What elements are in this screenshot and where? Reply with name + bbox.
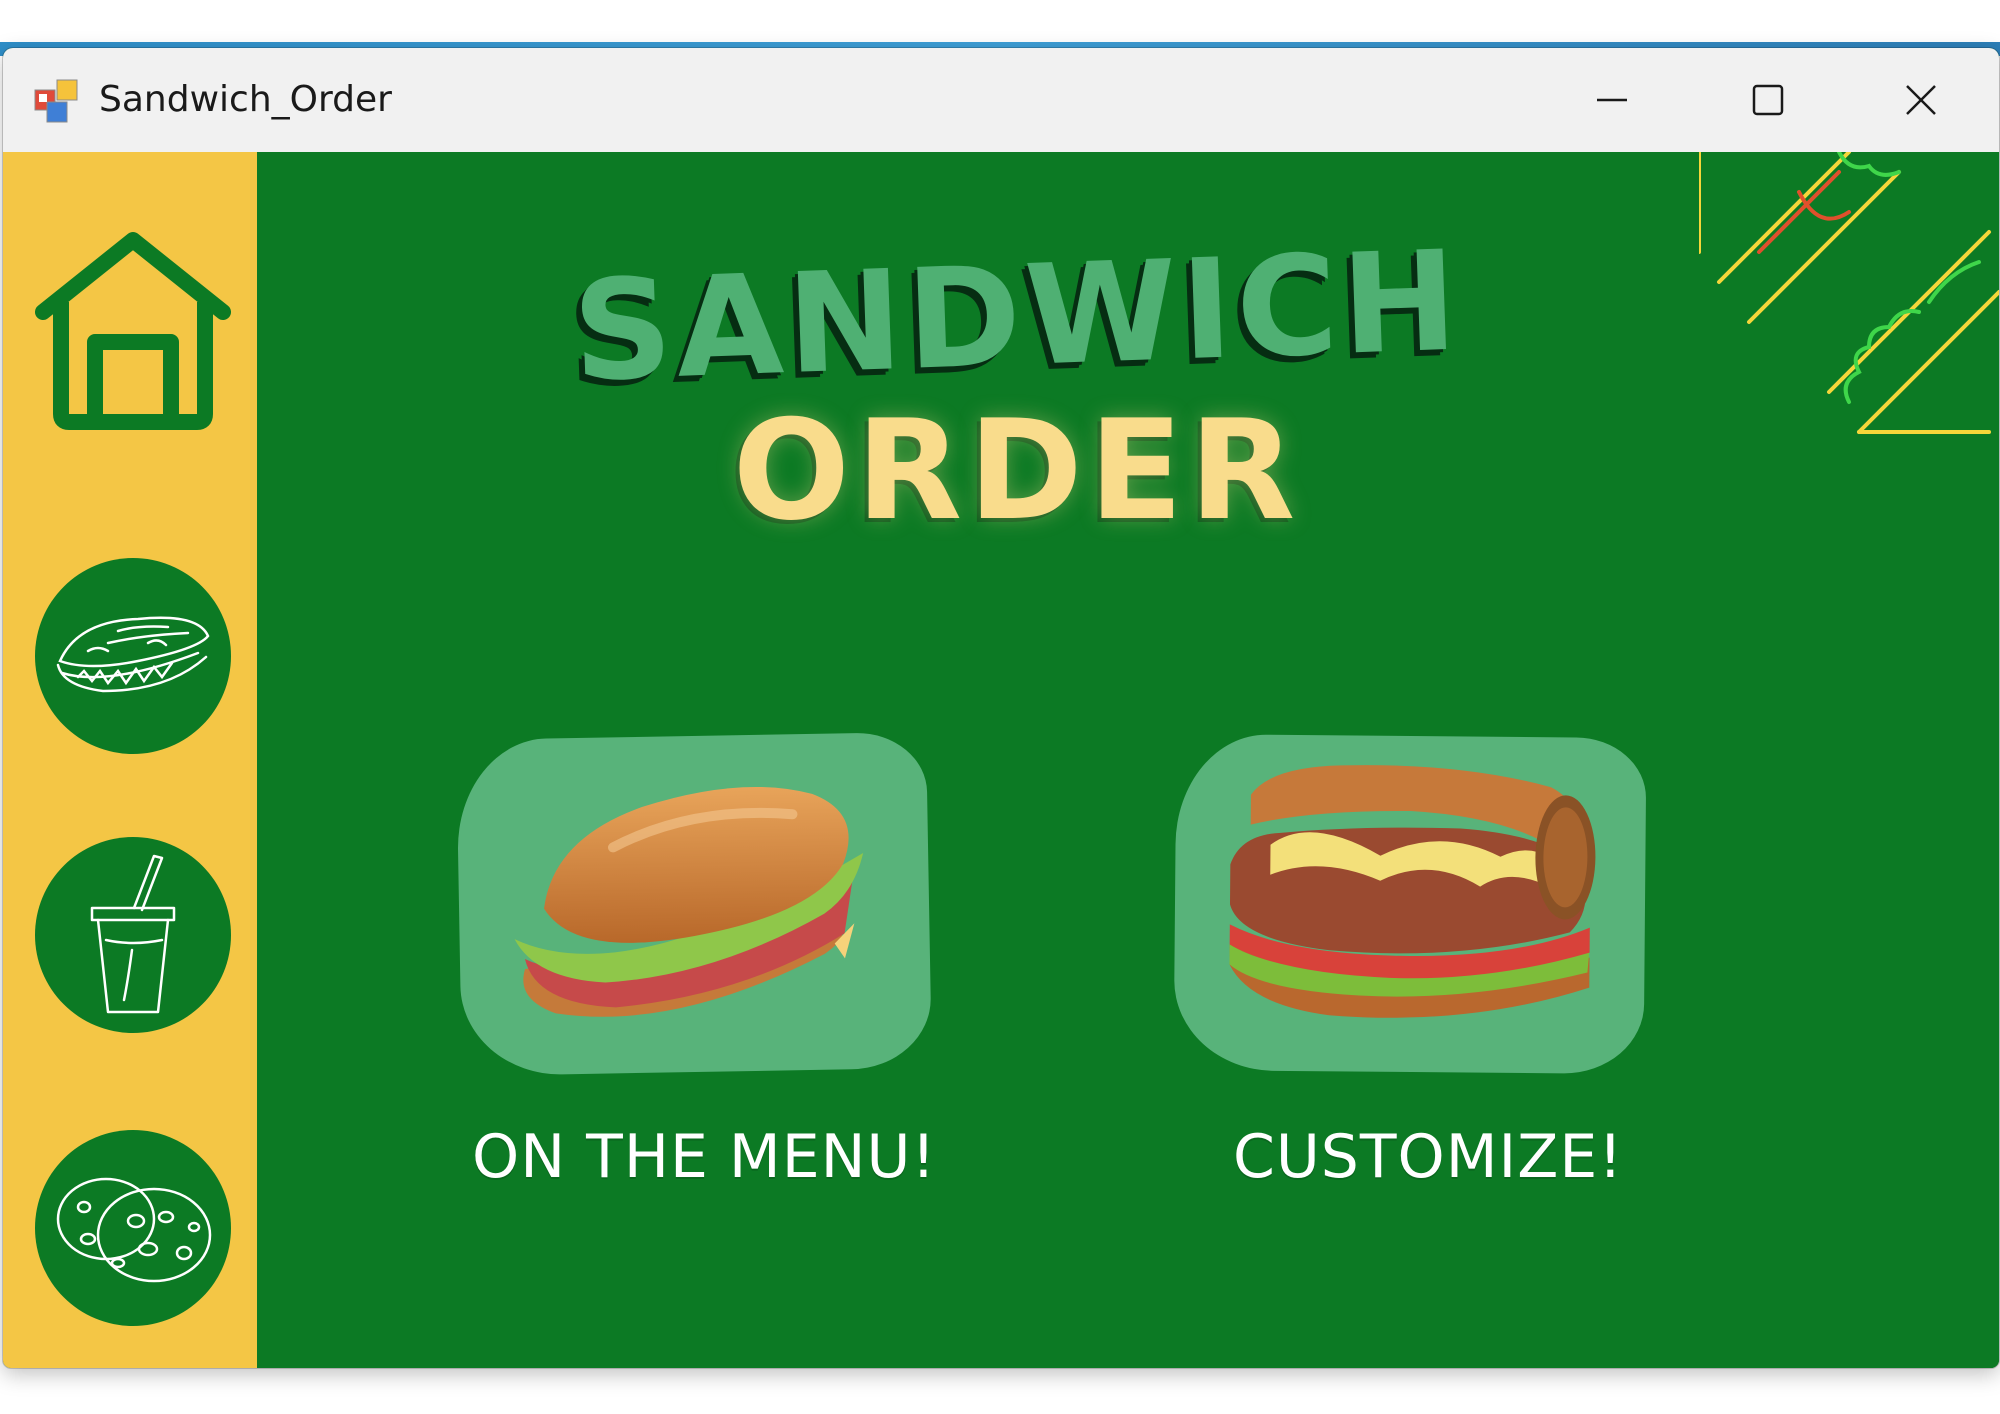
- sidebar-item-drinks[interactable]: [35, 837, 231, 1033]
- minimize-icon: [1597, 98, 1627, 102]
- sidebar-item-sandwiches[interactable]: [35, 558, 231, 754]
- sandwich-sketch-icon: [56, 616, 210, 693]
- minimize-button[interactable]: [1534, 48, 1690, 152]
- sidebar-item-cookies[interactable]: [35, 1130, 231, 1326]
- drink-cup-icon: [90, 854, 176, 1014]
- on-the-menu-label[interactable]: ON THE MENU!: [472, 1112, 936, 1202]
- cookie-sketch-icon: [56, 1177, 212, 1283]
- main-panel: SANDWICH ORDER ON THE MENU! CUSTOMIZE!: [257, 152, 1999, 1368]
- close-button[interactable]: [1843, 48, 1999, 152]
- home-icon[interactable]: [33, 232, 233, 432]
- sub-sandwich-image: [514, 786, 864, 1017]
- app-window: Sandwich_Order SANDWICH ORDER ON THE MEN…: [3, 48, 1999, 1368]
- sidebar: [3, 152, 257, 1368]
- close-icon: [1906, 85, 1936, 115]
- window-title: Sandwich_Order: [99, 79, 392, 120]
- maximize-icon: [1752, 84, 1784, 116]
- title-line-sandwich: SANDWICH: [570, 220, 1464, 413]
- app-title: SANDWICH ORDER: [257, 221, 1777, 551]
- loaded-sub-sandwich-image: [1229, 765, 1596, 1018]
- customize-option-card[interactable]: [1173, 733, 1647, 1075]
- app-icon: [34, 79, 78, 123]
- maximize-button[interactable]: [1690, 48, 1846, 152]
- title-bar: Sandwich_Order: [3, 48, 1999, 152]
- title-line-order: ORDER: [732, 390, 1302, 551]
- menu-option-card[interactable]: [456, 731, 932, 1077]
- customize-label[interactable]: CUSTOMIZE!: [1233, 1112, 1623, 1202]
